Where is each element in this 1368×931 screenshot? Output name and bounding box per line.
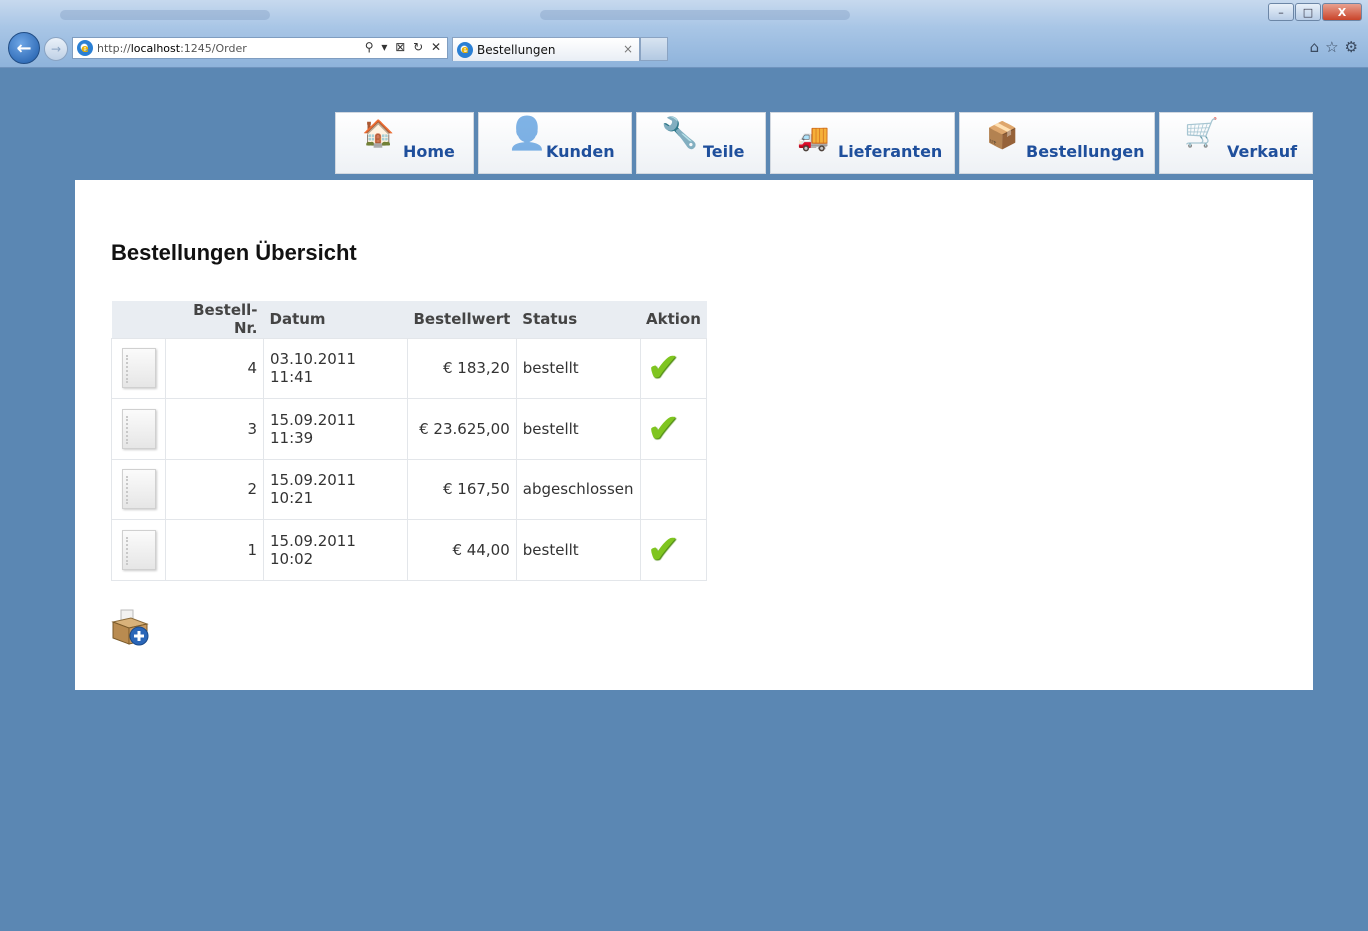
cell-aktion: ✔ <box>639 337 708 399</box>
main-content: Bestellungen Übersicht Bestell-Nr. Datum… <box>75 180 1313 690</box>
close-tab-icon[interactable]: × <box>623 42 633 56</box>
cell-status: bestellt <box>515 398 641 460</box>
nav-teile-label: Teile <box>703 142 745 161</box>
cell-bestellwert: € 183,20 <box>407 337 517 399</box>
table-header-row: Bestell-Nr. Datum Bestellwert Status Akt… <box>111 301 707 338</box>
address-tools[interactable]: ⚲ ▾ ⊠ ↻ ✕ <box>365 40 443 54</box>
url-host: localhost <box>130 41 181 55</box>
user-icon: 👤 <box>507 114 547 152</box>
cell-datum: 15.09.2011 10:02 <box>263 519 408 581</box>
cart-icon: 🛒 <box>1184 116 1219 149</box>
table-row: 1 15.09.2011 10:02 € 44,00 bestellt ✔ <box>111 519 708 581</box>
checkmark-icon[interactable]: ✔ <box>647 345 681 391</box>
cell-datum: 15.09.2011 11:39 <box>263 398 408 460</box>
tab-bestellungen[interactable]: e Bestellungen × <box>452 37 640 61</box>
table-row: 2 15.09.2011 10:21 € 167,50 abgeschlosse… <box>111 458 708 520</box>
title-bar: – □ X <box>0 0 1368 30</box>
tools-icon: 🔧 <box>661 116 699 151</box>
cell-status: abgeschlossen <box>515 458 641 520</box>
close-window-button[interactable]: X <box>1322 3 1362 21</box>
url-prefix: http:// <box>97 41 131 55</box>
header-aktion: Aktion <box>640 301 707 338</box>
minimize-button[interactable]: – <box>1268 3 1294 21</box>
cell-datum: 15.09.2011 10:21 <box>263 458 408 520</box>
cell-datum: 03.10.2011 11:41 <box>263 337 408 399</box>
address-bar[interactable]: e http://localhost:1245/Order ⚲ ▾ ⊠ ↻ ✕ <box>72 37 448 59</box>
nav-lieferanten[interactable]: 🚚 Lieferanten <box>770 112 955 174</box>
browser-tools-icons[interactable]: ⌂☆⚙ <box>1310 38 1364 56</box>
browser-chrome: – □ X ← → e http://localhost:1245/Order … <box>0 0 1368 68</box>
site-nav: 🏠 Home 👤 Kunden 🔧 Teile 🚚 Lieferanten 📦 … <box>0 112 1368 174</box>
nav-kunden-label: Kunden <box>546 142 615 161</box>
add-order-icon[interactable] <box>111 608 151 646</box>
header-bestell-nr: Bestell-Nr. <box>165 301 264 338</box>
cell-bestell-nr: 2 <box>165 458 264 520</box>
title-bar-blur <box>60 10 270 20</box>
table-row: 3 15.09.2011 11:39 € 23.625,00 bestellt … <box>111 398 708 460</box>
header-icon-column <box>111 301 166 338</box>
cell-bestellwert: € 23.625,00 <box>407 398 517 460</box>
cell-bestellwert: € 44,00 <box>407 519 517 581</box>
checkmark-icon[interactable]: ✔ <box>647 527 681 573</box>
header-bestellwert: Bestellwert <box>407 301 517 338</box>
nav-verkauf[interactable]: 🛒 Verkauf <box>1159 112 1313 174</box>
window-title-blur <box>540 10 850 20</box>
table-row: 4 03.10.2011 11:41 € 183,20 bestellt ✔ <box>111 337 708 399</box>
row-doc-cell[interactable] <box>111 519 166 581</box>
page-title: Bestellungen Übersicht <box>111 240 357 265</box>
row-doc-cell[interactable] <box>111 337 166 399</box>
nav-bestellungen[interactable]: 📦 Bestellungen <box>959 112 1155 174</box>
cell-aktion: ✔ <box>639 398 708 460</box>
document-icon[interactable] <box>121 348 156 389</box>
nav-home[interactable]: 🏠 Home <box>335 112 474 174</box>
cell-bestell-nr: 1 <box>165 519 264 581</box>
browser-nav-row: ← → e http://localhost:1245/Order ⚲ ▾ ⊠ … <box>0 32 1368 64</box>
nav-teile[interactable]: 🔧 Teile <box>636 112 766 174</box>
maximize-button[interactable]: □ <box>1295 3 1321 21</box>
new-tab-button[interactable] <box>640 37 668 61</box>
document-icon[interactable] <box>121 469 156 510</box>
nav-verkauf-label: Verkauf <box>1227 142 1298 161</box>
row-doc-cell[interactable] <box>111 458 166 520</box>
nav-kunden[interactable]: 👤 Kunden <box>478 112 632 174</box>
nav-home-label: Home <box>403 142 455 161</box>
document-icon[interactable] <box>121 529 156 570</box>
forward-arrow-icon: → <box>50 42 62 56</box>
ie-tab-icon: e <box>457 41 473 58</box>
orders-table: Bestell-Nr. Datum Bestellwert Status Akt… <box>111 301 708 581</box>
cell-bestell-nr: 3 <box>165 398 264 460</box>
home-icon: 🏠 <box>362 119 395 149</box>
forward-button[interactable]: → <box>44 37 68 61</box>
header-status: Status <box>516 301 641 338</box>
window-controls: – □ X <box>1267 3 1362 21</box>
cell-status: bestellt <box>515 337 641 399</box>
cell-status: bestellt <box>515 519 641 581</box>
back-arrow-icon: ← <box>16 37 32 59</box>
row-doc-cell[interactable] <box>111 398 166 460</box>
cell-bestellwert: € 167,50 <box>407 458 517 520</box>
url-rest: :1245/Order <box>180 41 247 55</box>
box-icon: 📦 <box>986 121 1019 151</box>
ie-page-icon: e <box>77 40 93 56</box>
checkmark-icon[interactable]: ✔ <box>647 406 681 452</box>
truck-icon: 🚚 <box>797 123 830 153</box>
back-button[interactable]: ← <box>8 32 40 64</box>
cell-aktion: ✔ <box>639 519 708 581</box>
cell-bestell-nr: 4 <box>165 337 264 399</box>
tab-title: Bestellungen <box>477 42 556 57</box>
nav-bestellungen-label: Bestellungen <box>1026 142 1145 161</box>
cell-aktion <box>639 458 708 520</box>
nav-lieferanten-label: Lieferanten <box>838 142 943 161</box>
document-icon[interactable] <box>121 408 156 449</box>
header-datum: Datum <box>263 301 408 338</box>
